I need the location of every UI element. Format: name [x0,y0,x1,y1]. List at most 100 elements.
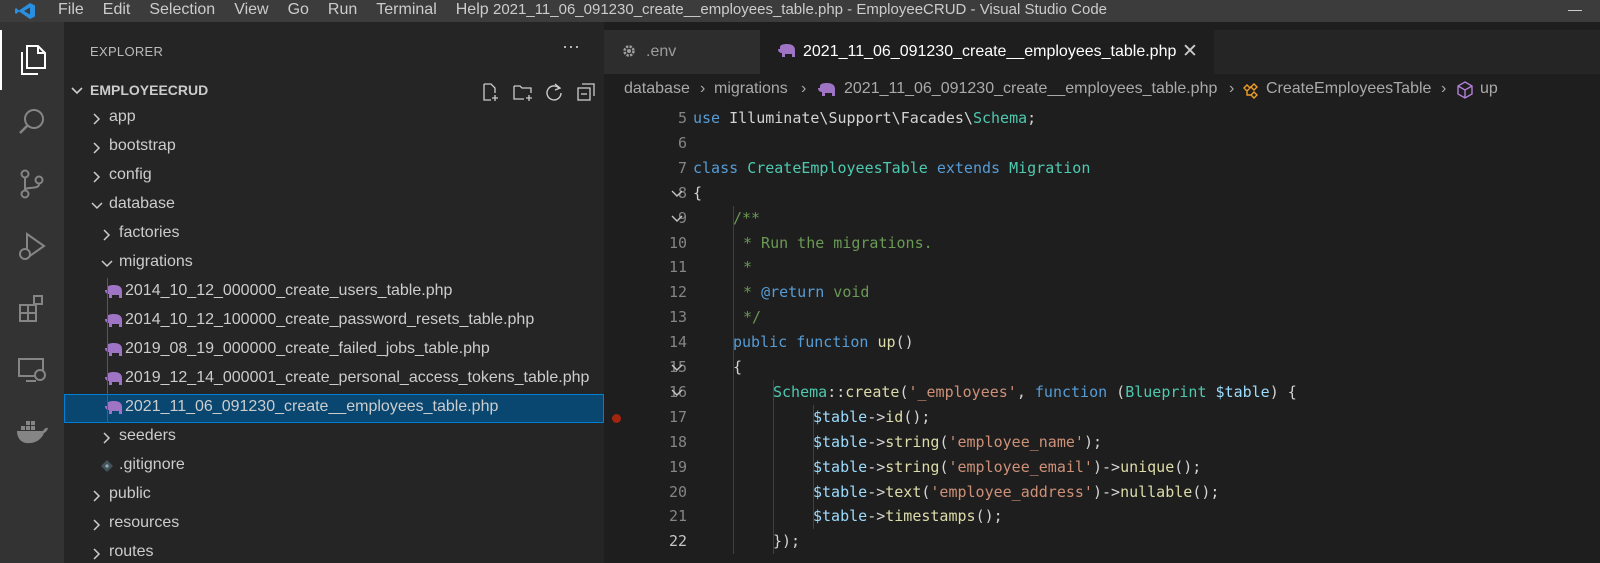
code-line[interactable]: 11 * [604,255,1600,280]
fold-chevron-icon[interactable] [670,361,684,375]
menu-selection[interactable]: Selection [149,0,215,22]
tree-folder[interactable]: database [64,191,604,220]
code-text: * @return void [743,283,869,301]
search-icon[interactable] [0,92,64,152]
chevron-down-icon [101,260,113,268]
menu-run[interactable]: Run [328,0,357,22]
tree-folder[interactable]: public [64,481,604,510]
tree-folder[interactable]: factories [64,220,604,249]
fold-chevron-icon[interactable] [670,386,684,400]
remote-explorer-icon[interactable] [0,340,64,400]
breadcrumb-migrations[interactable]: migrations [714,80,788,98]
breadcrumb-database[interactable]: database [624,80,690,98]
tree-folder[interactable]: config [64,162,604,191]
tree-item-label: seeders [119,427,176,444]
code-editor[interactable]: 5 use Illuminate\Support\Facades\Schema; 6… [604,106,1600,563]
code-line[interactable]: 22}); [604,529,1600,554]
collapse-all-icon[interactable] [576,82,596,102]
code-token: * [743,258,753,277]
close-icon[interactable]: ✕ [1182,40,1198,63]
tree-file[interactable]: 2014_10_12_100000_create_password_resets… [64,307,604,336]
menu-view[interactable]: View [234,0,268,22]
code-line[interactable]: 15{ [604,355,1600,380]
run-debug-icon[interactable] [0,216,64,276]
code-line[interactable]: 9/** [604,206,1600,231]
tree-folder[interactable]: seeders [64,423,604,452]
tree-file[interactable]: .gitignore [64,452,604,481]
tab-env[interactable]: .env [604,30,760,74]
code-token: (); [1192,482,1220,501]
menu-go[interactable]: Go [288,0,309,22]
extensions-icon[interactable] [0,278,64,338]
menu-edit[interactable]: Edit [103,0,131,22]
chevron-right-icon: › [1229,80,1235,97]
menu-help[interactable]: Help [456,0,489,22]
workspace-section-header[interactable]: EMPLOYEECRUD [64,80,604,104]
fold-chevron-icon[interactable] [670,212,684,226]
code-line[interactable]: 13 */ [604,305,1600,330]
code-line[interactable]: 8{ [604,181,1600,206]
breadcrumb: database › migrations › 2021_11_06_09123… [604,74,1600,106]
breadcrumb-method[interactable]: up [1480,80,1498,98]
tree-item-label: 2021_11_06_091230_create__employees_tabl… [125,398,499,415]
menu-file[interactable]: File [58,0,84,22]
title-bar: File Edit Selection View Go Run Terminal… [0,0,1600,22]
code-text: * [743,258,752,276]
explorer-icon[interactable] [0,30,64,90]
code-token: function [1034,382,1108,401]
indent-guide [733,205,734,555]
tree-folder[interactable]: routes [64,539,604,563]
code-line[interactable]: 19 $table->string('employee_email')->uniq… [604,455,1600,480]
chevron-right-icon [103,229,111,241]
tree-file[interactable]: 2019_08_19_000000_create_failed_jobs_tab… [64,336,604,365]
code-line[interactable]: 21 $table->timestamps(); [604,504,1600,529]
chevron-down-icon [71,87,83,95]
fold-chevron-icon[interactable] [670,187,684,201]
breadcrumb-class[interactable]: CreateEmployeesTable [1266,80,1431,98]
tree-folder[interactable]: migrations [64,249,604,278]
tree-file[interactable]: 2021_11_06_091230_create__employees_tabl… [64,394,604,423]
code-token: extends [936,158,1001,177]
code-token: :: [827,382,846,401]
code-token: Schema [773,382,828,401]
code-line[interactable]: 17 $table->id(); [604,405,1600,430]
new-folder-icon[interactable] [512,82,534,102]
code-token: timestamps [885,507,976,526]
php-elephant-icon [778,44,795,57]
menu-terminal[interactable]: Terminal [376,0,436,22]
code-line[interactable]: 12 * @return void [604,280,1600,305]
chevron-right-icon [93,548,101,560]
code-line[interactable]: 18 $table->string('employee_name'); [604,430,1600,455]
code-token: unique [1120,457,1175,476]
code-token: public [733,333,788,352]
code-token: -> [867,507,886,526]
tree-folder[interactable]: app [64,104,604,133]
breadcrumb-file[interactable]: 2021_11_06_091230_create__employees_tabl… [844,80,1217,98]
refresh-icon[interactable] [544,82,564,102]
code-line[interactable]: 6 [604,131,1600,156]
tree-folder[interactable]: bootstrap [64,133,604,162]
source-control-icon[interactable] [0,154,64,214]
line-number: 10 [668,233,687,252]
more-actions-icon[interactable]: ··· [562,36,580,57]
tree-file[interactable]: 2014_10_12_000000_create_users_table.php [64,278,604,307]
code-token: * [743,283,762,302]
tree-folder[interactable]: resources [64,510,604,539]
line-number: 19 [668,457,687,476]
line-number: 21 [668,507,687,526]
code-line[interactable]: 5 use Illuminate\Support\Facades\Schema; [604,106,1600,131]
tab-active-file[interactable]: 2021_11_06_091230_create__employees_tabl… [760,30,1214,74]
code-line[interactable]: 7 class CreateEmployeesTable extends Migr… [604,156,1600,181]
new-file-icon[interactable] [480,82,500,102]
code-line[interactable]: 20 $table->text('employee_address')->null… [604,480,1600,505]
tree-file[interactable]: 2019_12_14_000001_create_personal_access… [64,365,604,394]
code-line[interactable]: 10 * Run the migrations. [604,231,1600,256]
line-number: 13 [668,308,687,327]
minimize-button[interactable] [1568,10,1582,11]
code-line[interactable]: 16 Schema::create('_employees', function … [604,380,1600,405]
code-line[interactable]: 14 public function up() [604,330,1600,355]
chevron-right-icon: › [801,80,807,97]
workspace-name: EMPLOYEECRUD [90,82,209,98]
docker-icon[interactable] [0,402,64,462]
